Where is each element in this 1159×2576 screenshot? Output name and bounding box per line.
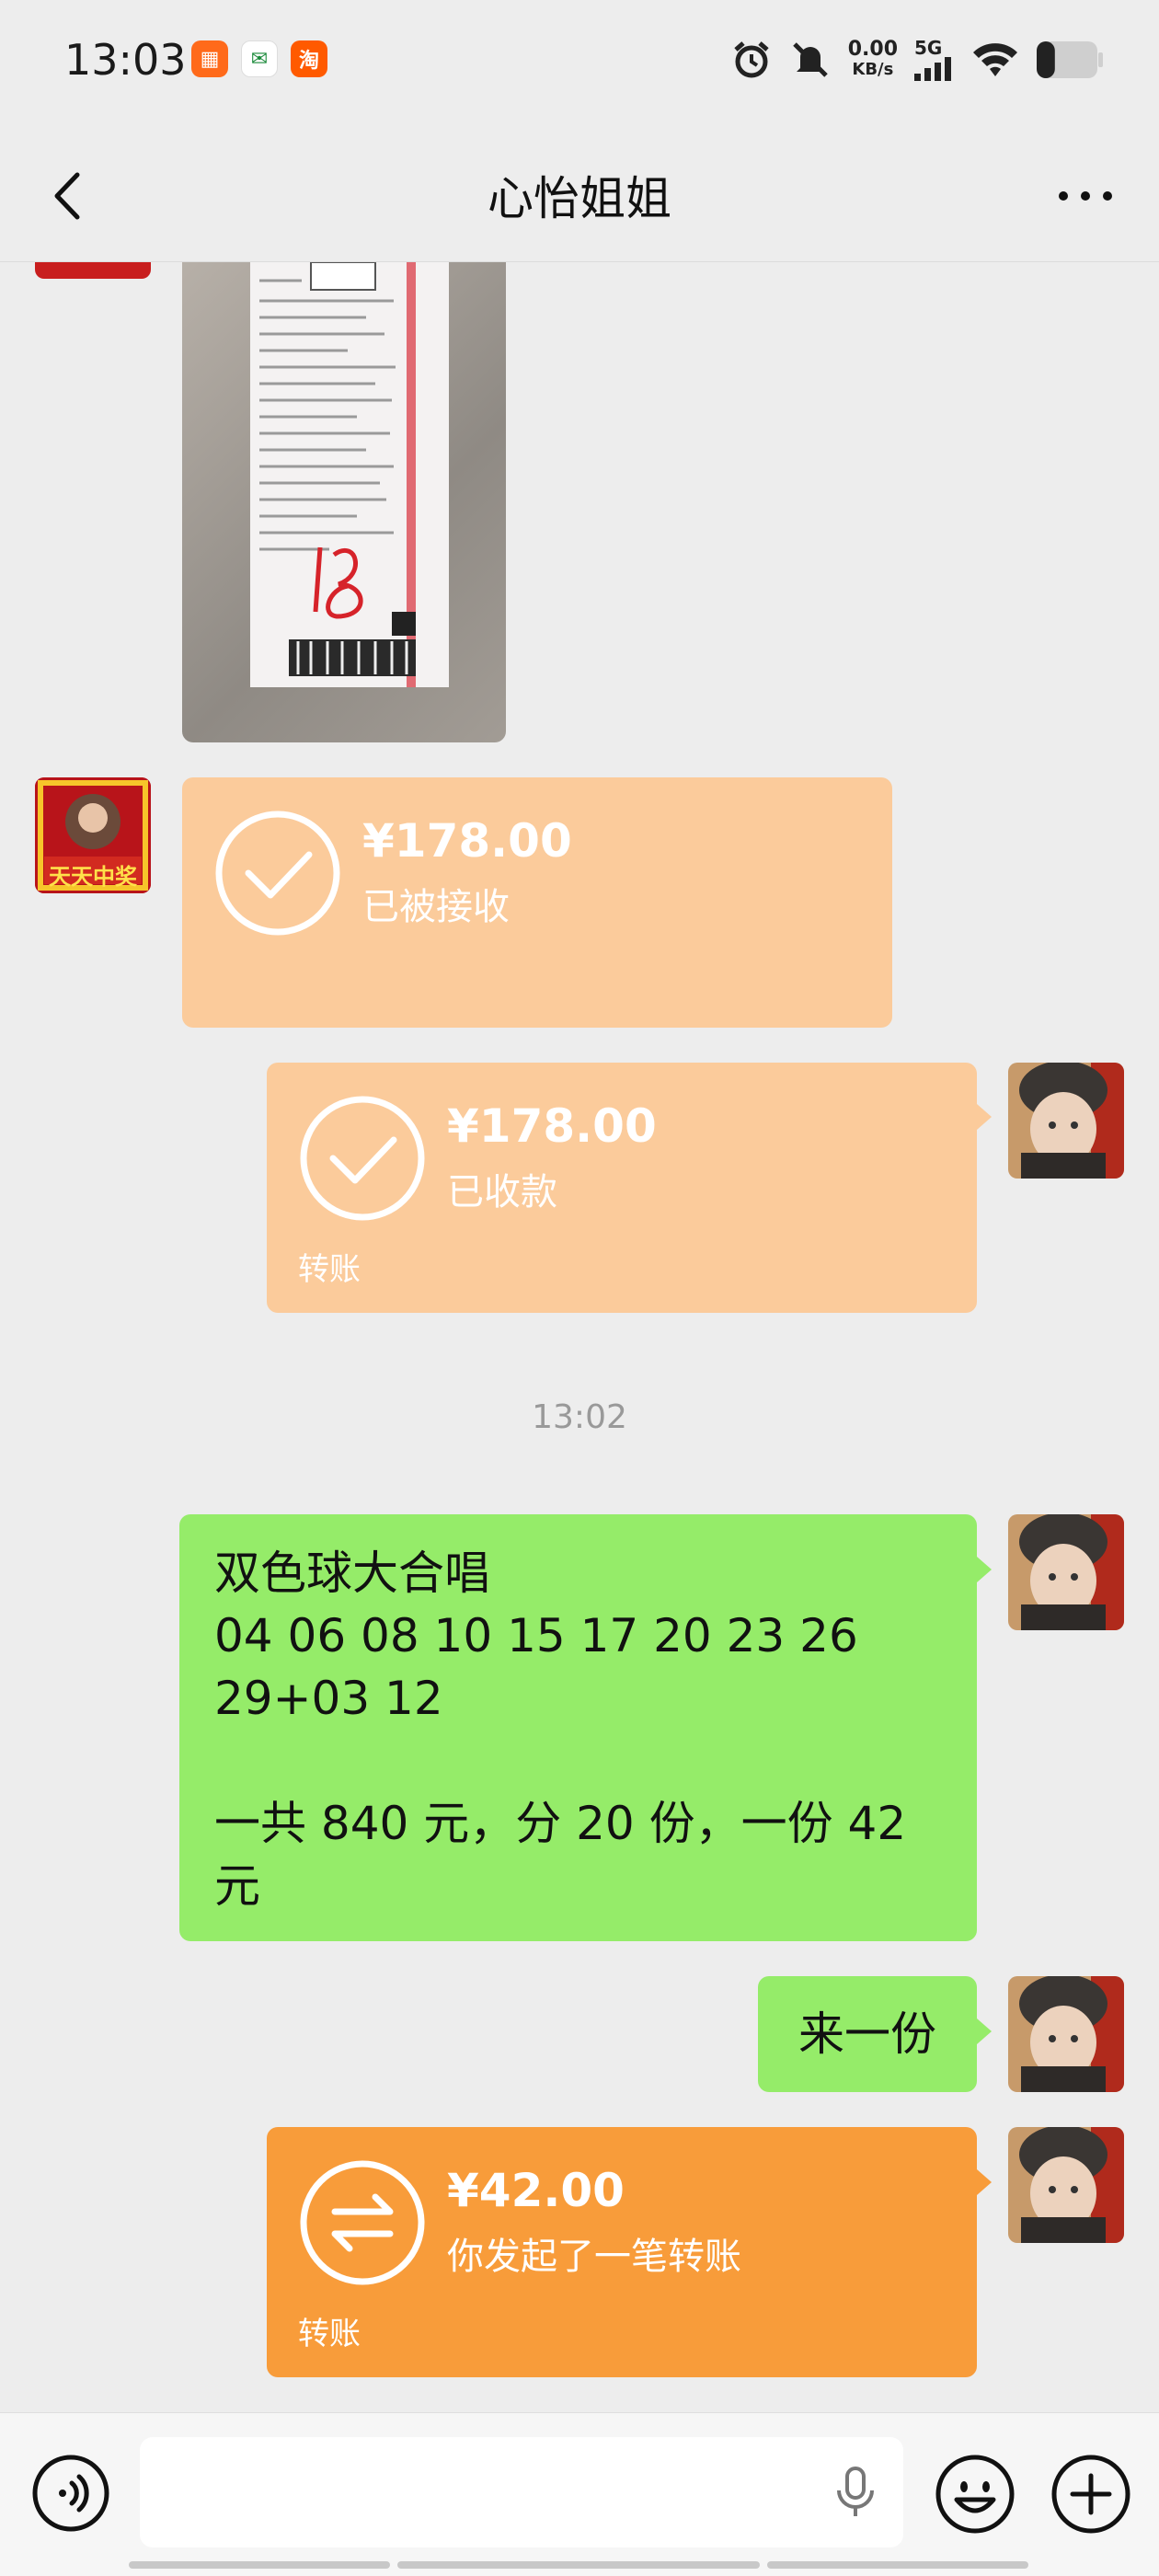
self-avatar-art [1008,1063,1124,1179]
transfer-status: 已被接收 [362,886,510,928]
self-avatar-art [1008,2127,1124,2243]
transfer-status: 你发起了一笔转账 [447,2236,741,2278]
voice-mode-icon[interactable] [31,2454,110,2533]
status-time: 13:03 [64,35,187,85]
transfer-amount: ¥178.00 [447,1099,657,1153]
transfer-message-collected[interactable]: ¥178.00 已收款 转账 [267,1063,977,1313]
status-bar: 13:03 ▦ ✉ 淘 0.00 KB/s 5G [0,0,1159,129]
emoji-icon[interactable] [935,2454,1016,2535]
self-avatar[interactable] [1008,2127,1124,2243]
text-message-short[interactable]: 来一份 [758,1976,977,2092]
contact-avatar-partial[interactable] [35,262,151,279]
status-icons: 0.00 KB/s 5G [730,37,1104,83]
battery-icon [1037,41,1103,78]
alarm-icon [734,41,769,78]
chat-title: 心怡姐姐 [488,172,671,225]
chat-header: 心怡姐姐 [0,129,1159,262]
self-avatar-art [1008,1514,1124,1630]
contact-avatar[interactable]: 天天中奖 [35,777,151,893]
bubble-tail [977,1104,992,1130]
self-avatar[interactable] [1008,1514,1124,1630]
transfer-message-sent[interactable]: ¥42.00 你发起了一笔转账 转账 [267,2127,977,2377]
taobao-icon: 淘 [291,40,327,77]
transfer-message-received[interactable]: ¥178.00 已被接收 [182,777,892,1028]
bubble-tail [977,1557,992,1582]
more-options-icon[interactable] [1049,164,1122,228]
self-avatar[interactable] [1008,1976,1124,2092]
self-avatar-art [1008,1976,1124,2092]
transfer-status: 已收款 [447,1171,557,1213]
gesture-bar-left [129,2561,390,2569]
message-text: 双色球大合唱 04 06 08 10 15 17 20 23 26 29+03 … [214,1547,907,1913]
avatar-badge-text: 天天中奖 [49,864,137,890]
checkmark-circle-icon [300,1096,425,1221]
gesture-bar-right [767,2561,1028,2569]
transfer-amount: ¥42.00 [447,2164,625,2217]
message-text: 来一份 [798,2007,936,2061]
signal-icon [914,57,951,81]
lottery-ticket-image[interactable] [182,262,506,742]
checkmark-circle-icon [215,811,340,936]
transfer-arrows-icon [300,2160,425,2285]
transfer-label: 转账 [298,2316,361,2352]
wifi-icon [973,43,1017,76]
message-input-bar [0,2412,1159,2576]
ticket-paper [250,262,449,687]
self-avatar[interactable] [1008,1063,1124,1179]
text-message-lottery[interactable]: 双色球大合唱 04 06 08 10 15 17 20 23 26 29+03 … [179,1514,977,1941]
mute-bell-icon [792,42,828,77]
post-icon: ✉ [241,40,278,77]
chat-timestamp: 13:02 [532,1398,627,1436]
net-speed: 0.00 KB/s [847,38,898,80]
microphone-icon[interactable] [830,2465,881,2520]
taobao-live-icon: ▦ [191,40,228,77]
signal-5g: 5G [914,39,955,81]
transfer-amount: ¥178.00 [362,814,572,868]
message-input[interactable] [140,2437,903,2547]
bubble-tail [977,2169,992,2195]
plus-icon[interactable] [1050,2454,1131,2535]
transfer-label: 转账 [298,1251,361,1288]
bubble-tail [977,2018,992,2044]
gesture-bar-center [397,2561,760,2569]
